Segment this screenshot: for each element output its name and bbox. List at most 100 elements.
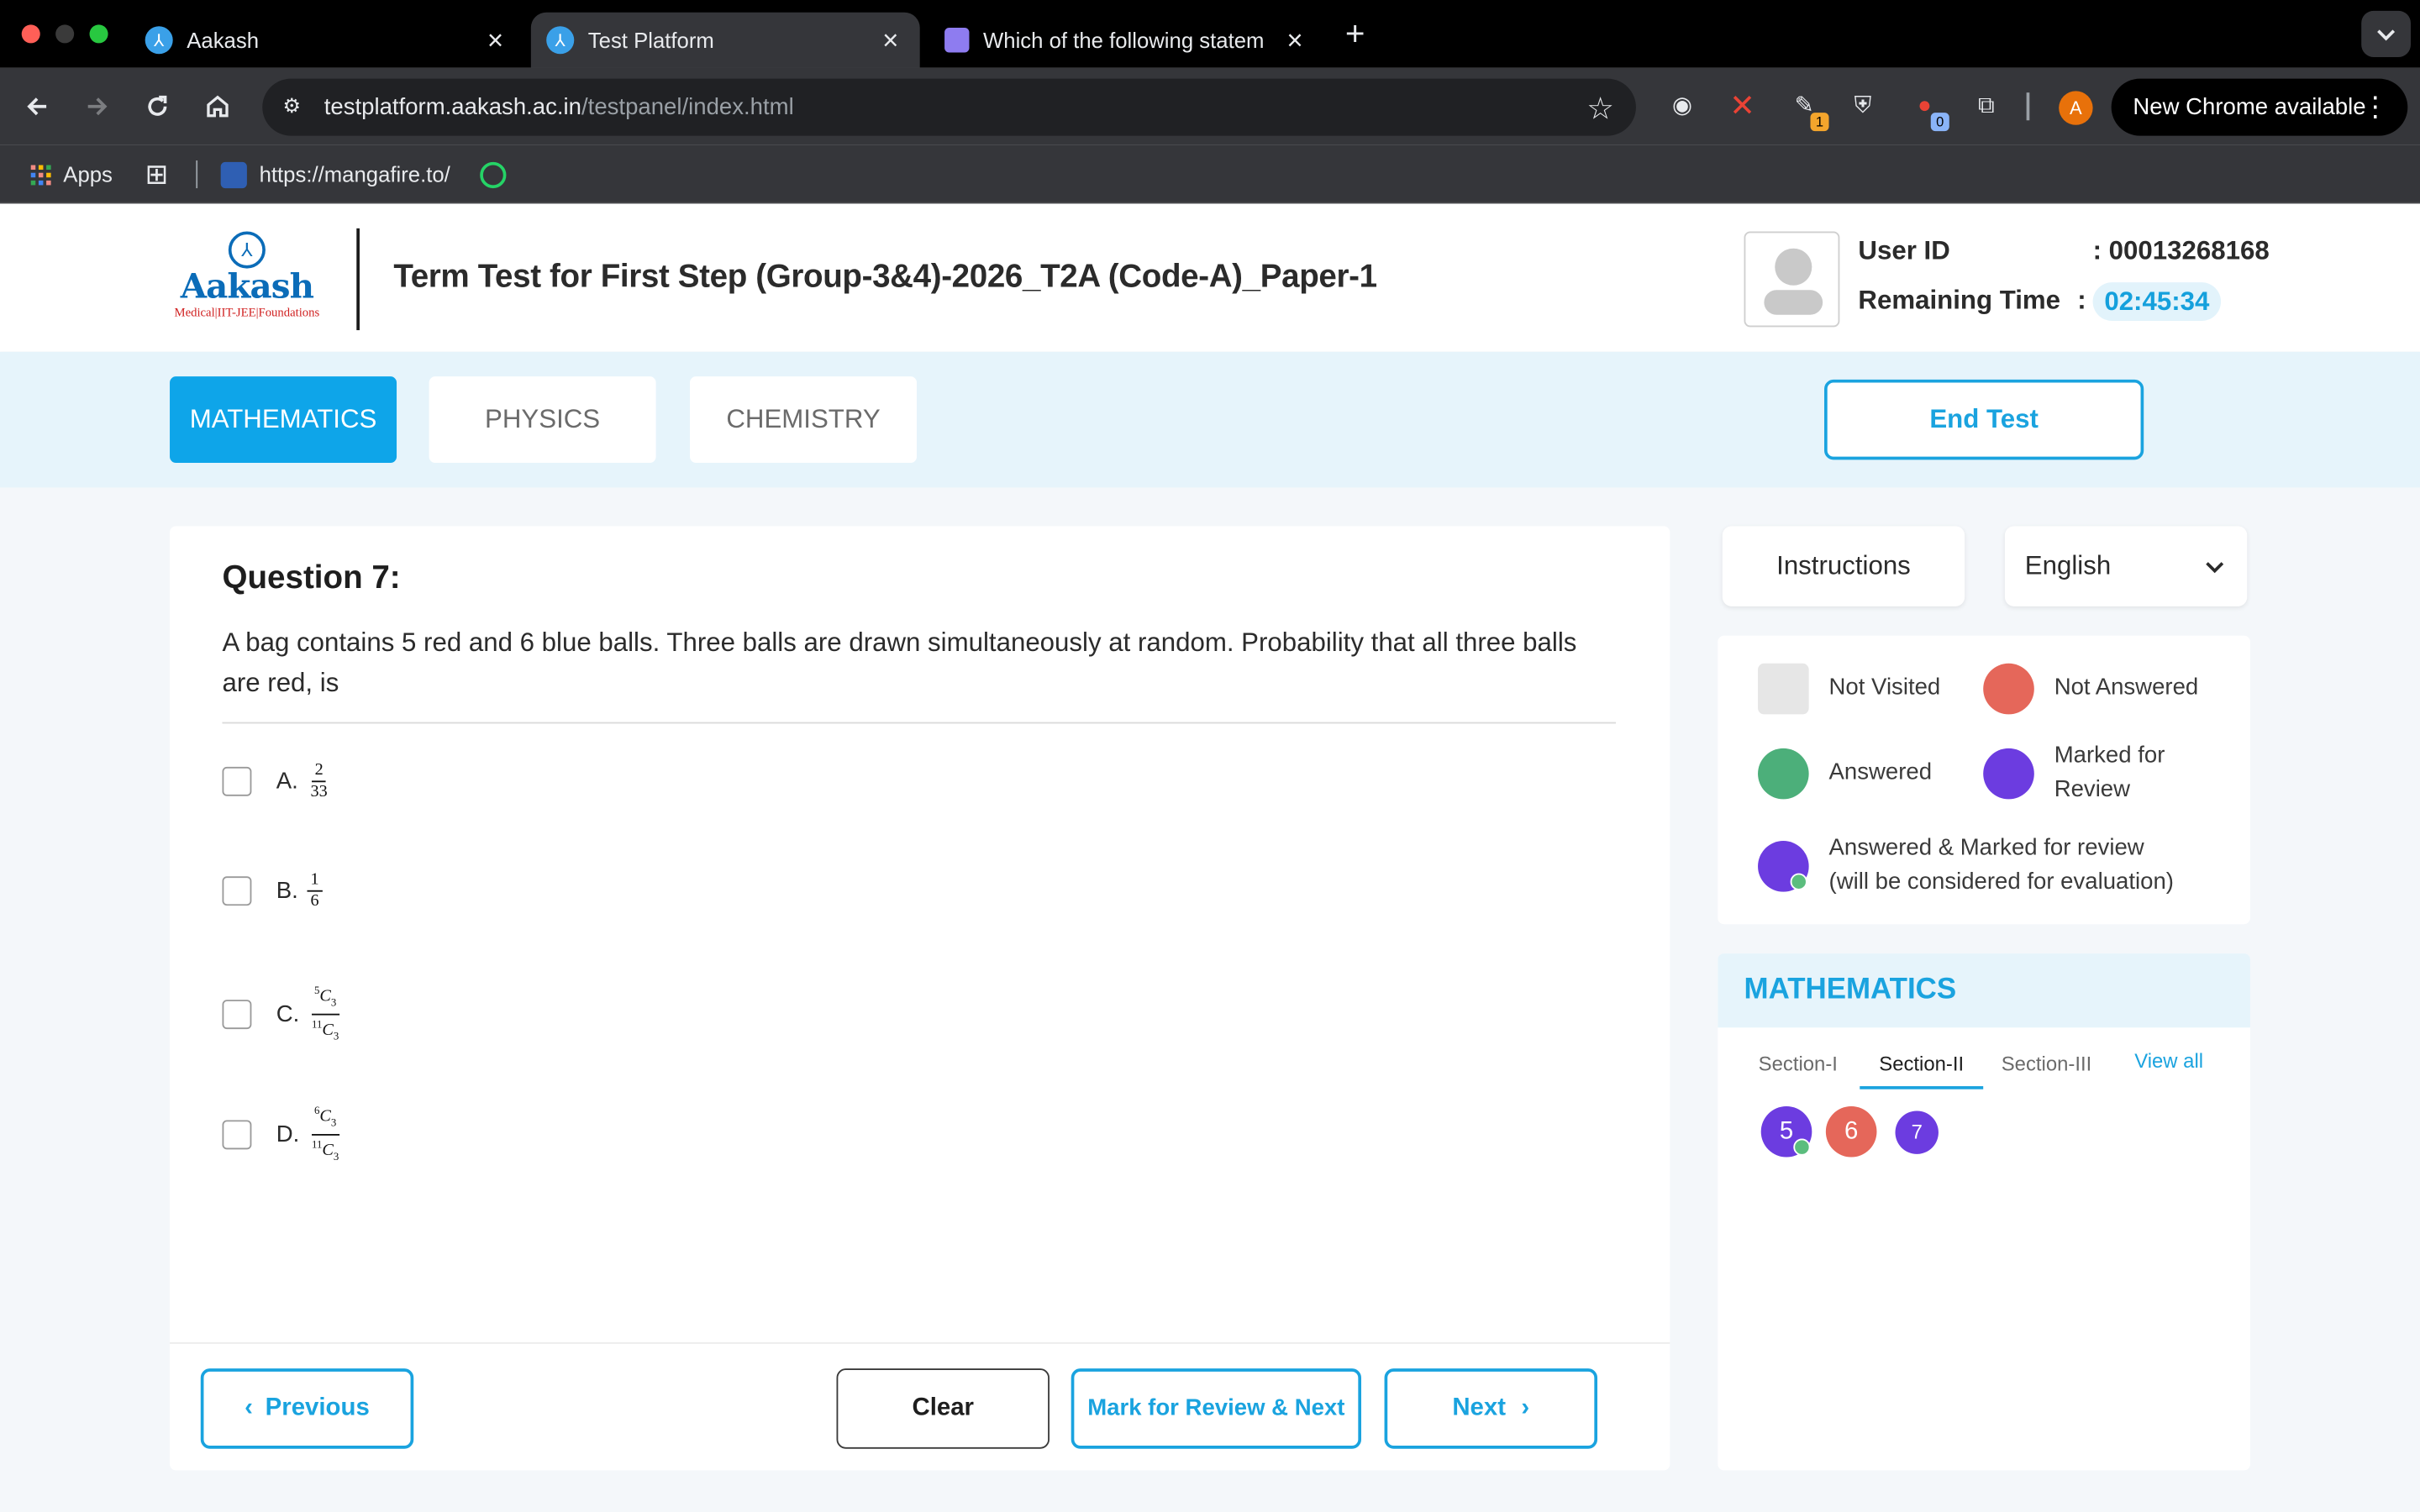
close-icon[interactable]: ×: [1278, 24, 1312, 56]
extension-record-icon[interactable]: ● 0: [1909, 91, 1949, 132]
close-icon[interactable]: ×: [874, 24, 908, 56]
zoom-window-button[interactable]: [89, 24, 108, 44]
site-settings-icon[interactable]: ⚙: [278, 92, 306, 120]
mangafire-favicon-icon: [220, 160, 247, 188]
num-symbol: C: [319, 1107, 331, 1126]
instructions-button[interactable]: Instructions: [1722, 526, 1965, 606]
tab-groups-grid-icon[interactable]: ⊞: [145, 158, 169, 190]
home-icon: [207, 95, 229, 118]
tab-title: Aakash: [187, 28, 260, 53]
next-label: Next: [1452, 1394, 1507, 1421]
tab-title: Test Platform: [587, 28, 714, 53]
legend-not-visited: Not Visited: [1828, 674, 1941, 701]
tab-section-2[interactable]: Section-II: [1860, 1049, 1984, 1089]
tab-physics[interactable]: PHYSICS: [429, 376, 656, 464]
subject-tab-bar: MATHEMATICS PHYSICS CHEMISTRY End Test: [0, 351, 2420, 488]
extension-x-icon[interactable]: ✕: [1727, 91, 1758, 122]
denominator: 6: [310, 891, 319, 911]
tab-section-1[interactable]: Section-I: [1745, 1049, 1850, 1089]
chevron-down-icon: [2377, 29, 2396, 41]
update-label: New Chrome available: [2133, 94, 2366, 121]
tab-search-button[interactable]: [2361, 10, 2411, 57]
page-header: ⅄ Aakash Medical|IIT-JEE|Foundations Ter…: [0, 203, 2420, 352]
option-a-checkbox[interactable]: [222, 766, 252, 796]
chevron-down-icon: [2204, 526, 2226, 611]
bookmark-apps[interactable]: Apps: [30, 159, 113, 190]
extensions-puzzle-icon[interactable]: ⧉: [1971, 91, 2002, 122]
reload-button[interactable]: [137, 87, 177, 127]
den-subscript: 3: [333, 1030, 339, 1043]
forward-button[interactable]: [77, 87, 118, 127]
legend-answered-marked: Answered & Marked for review (will be co…: [1829, 832, 2174, 900]
toolbar-divider: [2026, 92, 2030, 121]
remaining-time-label: Remaining Time: [1858, 285, 2061, 315]
close-window-button[interactable]: [21, 24, 40, 44]
extension-wand-icon[interactable]: ✎ 1: [1789, 91, 1829, 132]
user-photo-placeholder: [1744, 231, 1840, 328]
tab-mathematics[interactable]: MATHEMATICS: [170, 376, 397, 464]
question-title: Question 7:: [222, 559, 401, 596]
numerator: 6C3: [311, 1103, 340, 1136]
option-d-checkbox[interactable]: [222, 1120, 252, 1150]
aakash-favicon-icon: ⅄: [546, 26, 575, 55]
option-d[interactable]: D. 6C3 11C3: [222, 1103, 342, 1166]
option-d-fraction: 6C3 11C3: [308, 1103, 342, 1166]
address-bar[interactable]: ⚙ testplatform.aakash.ac.in/testpanel/in…: [262, 78, 1636, 136]
browser-tab-aakash[interactable]: ⅄ Aakash ×: [129, 13, 524, 68]
next-button[interactable]: Next ›: [1384, 1368, 1598, 1449]
bookmark-star-icon[interactable]: ☆: [1586, 90, 1614, 129]
denominator: 11C3: [308, 1015, 342, 1045]
previous-label: Previous: [265, 1394, 370, 1421]
home-button[interactable]: [197, 87, 238, 127]
bookmark-whatsapp[interactable]: [480, 159, 507, 190]
num-symbol: C: [319, 986, 331, 1005]
extension-shield-icon[interactable]: ⛨: [1848, 91, 1879, 122]
clear-button[interactable]: Clear: [836, 1368, 1050, 1449]
palette-question-5[interactable]: 5: [1760, 1105, 1812, 1158]
den-subscript: 3: [333, 1150, 339, 1163]
palette-question-6[interactable]: 6: [1825, 1105, 1877, 1158]
view-all-link[interactable]: View all: [2134, 1049, 2203, 1073]
bookmark-mangafire[interactable]: https://mangafire.to/: [220, 159, 450, 190]
logo-word: Aakash: [180, 266, 314, 307]
answered-swatch: [1758, 748, 1809, 800]
back-button[interactable]: [17, 87, 57, 127]
numerator: 1: [307, 871, 323, 892]
mark-review-next-button[interactable]: Mark for Review & Next: [1071, 1368, 1362, 1449]
option-b[interactable]: B. 1 6: [222, 871, 323, 911]
tab-chemistry[interactable]: CHEMISTRY: [690, 376, 918, 464]
option-a[interactable]: A. 2 33: [222, 761, 330, 801]
numerator: 2: [311, 761, 327, 783]
option-letter: D.: [276, 1121, 300, 1148]
remaining-time-colon: :: [2077, 285, 2086, 315]
language-select[interactable]: English: [2004, 526, 2248, 606]
denominator: 33: [310, 782, 328, 801]
option-c-checkbox[interactable]: [222, 999, 252, 1029]
option-c[interactable]: C. 5C3 11C3: [222, 983, 342, 1046]
header-divider: [356, 228, 360, 331]
browser-tab-question[interactable]: Which of the following statem ×: [929, 13, 1324, 68]
new-tab-button[interactable]: +: [1337, 13, 1374, 55]
legend-answered-marked-line2: (will be considered for evaluation): [1828, 869, 2174, 895]
browser-tab-bar: ⅄ Aakash × ⅄ Test Platform × Which of th…: [0, 0, 2420, 68]
extension-owl-icon[interactable]: ◉: [1667, 91, 1698, 122]
legend-answered: Answered: [1828, 759, 1933, 785]
end-test-button[interactable]: End Test: [1824, 379, 2144, 460]
minimize-window-button[interactable]: [55, 24, 75, 44]
tab-section-3[interactable]: Section-III: [1990, 1049, 2104, 1089]
chrome-update-button[interactable]: New Chrome available ⋮: [2111, 78, 2408, 136]
apps-grid-icon: [30, 164, 51, 185]
cube-favicon-icon: [944, 28, 970, 53]
url-text[interactable]: testplatform.aakash.ac.in/testpanel/inde…: [324, 94, 794, 120]
close-icon[interactable]: ×: [478, 24, 512, 56]
option-b-checkbox[interactable]: [222, 876, 252, 906]
bookmark-mangafire-label: https://mangafire.to/: [259, 161, 450, 187]
previous-button[interactable]: ‹ Previous: [200, 1368, 414, 1449]
palette-question-7[interactable]: 7: [1895, 1110, 1939, 1154]
bookmark-apps-label: Apps: [63, 161, 113, 187]
tab-title: Which of the following statem: [983, 28, 1265, 53]
question-number: 5: [1779, 1118, 1794, 1145]
browser-tab-test-platform[interactable]: ⅄ Test Platform ×: [530, 12, 920, 68]
more-menu-icon[interactable]: ⋮: [2361, 79, 2389, 136]
profile-avatar[interactable]: A: [2059, 91, 2093, 125]
